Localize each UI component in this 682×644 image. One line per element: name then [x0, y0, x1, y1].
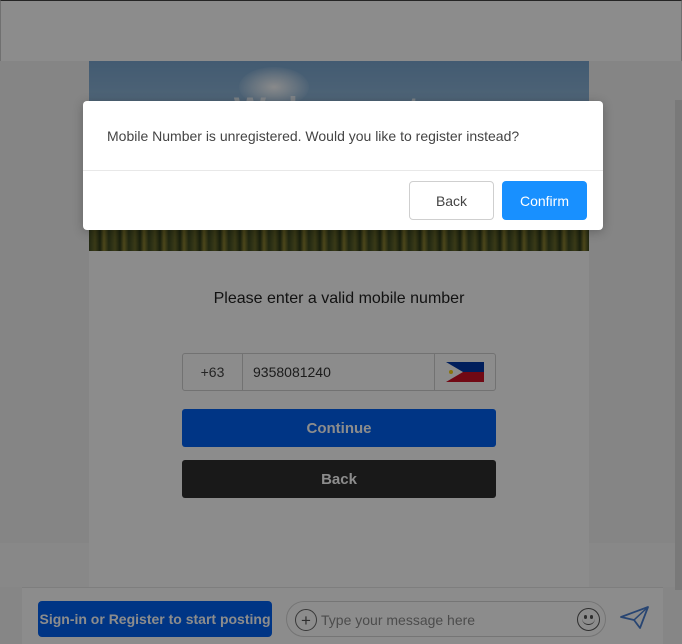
modal-overlay[interactable]	[0, 0, 682, 644]
register-confirm-dialog: Mobile Number is unregistered. Would you…	[83, 101, 603, 230]
dialog-divider	[83, 170, 603, 171]
dialog-back-button[interactable]: Back	[409, 181, 494, 220]
dialog-message: Mobile Number is unregistered. Would you…	[107, 128, 520, 144]
dialog-confirm-button[interactable]: Confirm	[502, 181, 587, 220]
